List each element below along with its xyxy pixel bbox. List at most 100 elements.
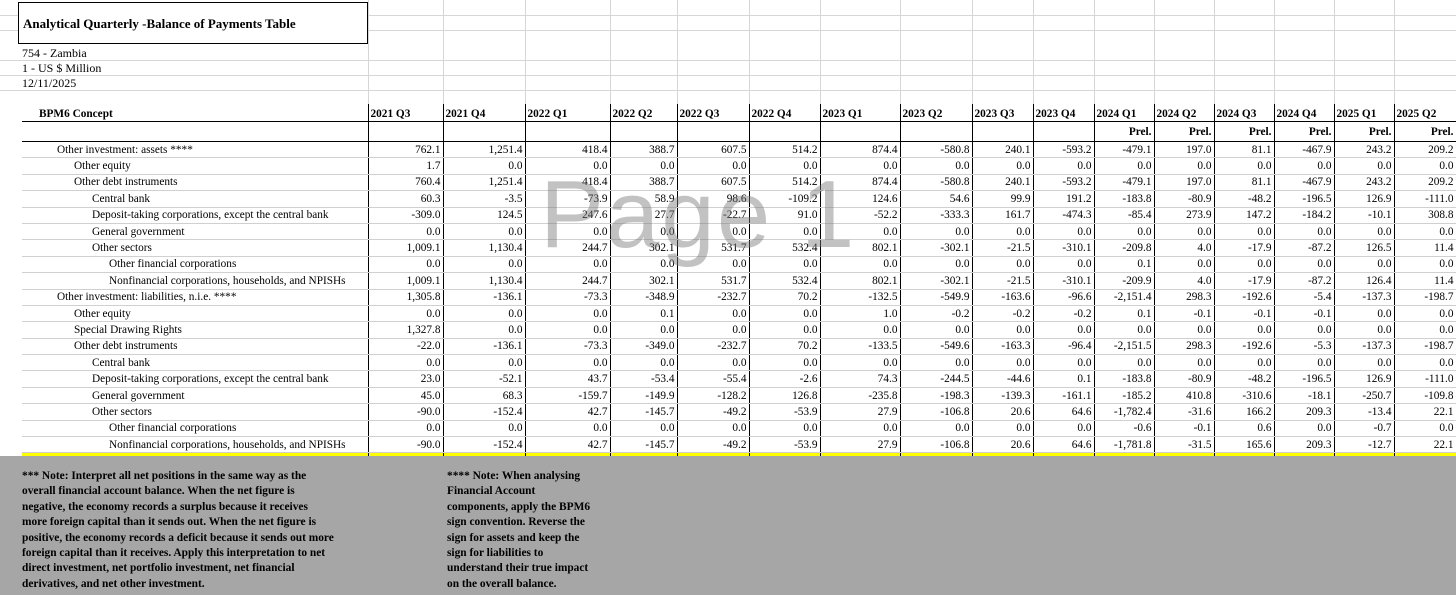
value-cell[interactable]: -12.7 (1334, 436, 1395, 454)
value-cell[interactable]: -184.2 (1274, 207, 1335, 224)
value-cell[interactable]: 0.0 (1334, 321, 1395, 339)
value-cell[interactable]: -21.5 (972, 272, 1034, 290)
value-cell[interactable]: -48.2 (1214, 370, 1275, 388)
value-cell[interactable]: 0.0 (972, 157, 1034, 175)
value-cell[interactable]: -549.6 (900, 338, 973, 356)
value-cell[interactable]: 0.0 (610, 420, 678, 438)
value-cell[interactable]: 74.3 (820, 370, 901, 388)
row-label[interactable]: Other debt instruments (22, 174, 369, 192)
value-cell[interactable]: 0.0 (443, 354, 526, 372)
value-cell[interactable]: -185.2 (1094, 387, 1155, 405)
value-cell[interactable]: -152.4 (443, 436, 526, 454)
value-cell[interactable]: 0.0 (610, 321, 678, 339)
value-cell[interactable]: 0.0 (1214, 256, 1275, 274)
row-label[interactable]: General government (22, 223, 369, 241)
value-cell[interactable]: -137.3 (1334, 289, 1395, 306)
value-cell[interactable]: 0.0 (900, 223, 973, 241)
value-cell[interactable]: 0.0 (368, 354, 444, 372)
value-cell[interactable]: 209.2 (1394, 174, 1456, 192)
value-cell[interactable]: 70.2 (749, 289, 821, 306)
value-cell[interactable]: 243.2 (1334, 141, 1395, 159)
column-header[interactable]: 2021 Q4 (443, 104, 526, 122)
value-cell[interactable]: 98.6 (677, 190, 750, 208)
value-cell[interactable]: 244.7 (525, 239, 611, 257)
value-cell[interactable]: -90.0 (368, 436, 444, 454)
value-cell[interactable]: 0.0 (677, 223, 750, 241)
value-cell[interactable]: -49.2 (677, 403, 750, 421)
value-cell[interactable]: -192.6 (1214, 338, 1275, 356)
value-cell[interactable]: 4.0 (1154, 239, 1215, 257)
value-cell[interactable]: 0.0 (1274, 321, 1335, 339)
value-cell[interactable]: 0.0 (610, 157, 678, 175)
column-header[interactable]: 2025 Q2 (1394, 104, 1456, 122)
value-cell[interactable]: 0.0 (1274, 256, 1335, 274)
value-cell[interactable]: 0.0 (1154, 354, 1215, 372)
value-cell[interactable]: 58.9 (610, 190, 678, 208)
value-cell[interactable]: -31.5 (1154, 436, 1215, 454)
value-cell[interactable]: -0.2 (972, 305, 1034, 323)
value-cell[interactable]: 0.0 (368, 223, 444, 241)
value-cell[interactable]: 191.2 (1033, 190, 1095, 208)
value-cell[interactable]: -348.9 (610, 289, 678, 306)
value-cell[interactable]: 0.0 (972, 256, 1034, 274)
value-cell[interactable]: -136.1 (443, 289, 526, 306)
value-cell[interactable]: -232.7 (677, 338, 750, 356)
row-label[interactable]: Other financial corporations (22, 420, 369, 438)
value-cell[interactable]: 0.0 (368, 420, 444, 438)
value-cell[interactable]: -196.5 (1274, 190, 1335, 208)
row-label[interactable]: Special Drawing Rights (22, 321, 369, 339)
value-cell[interactable]: -17.9 (1214, 272, 1275, 290)
prel-label[interactable] (1033, 121, 1095, 142)
value-cell[interactable]: 240.1 (972, 174, 1034, 192)
value-cell[interactable]: 0.0 (1334, 256, 1395, 274)
prel-label[interactable] (749, 121, 821, 142)
value-cell[interactable]: 0.0 (1154, 256, 1215, 274)
value-cell[interactable]: -73.9 (525, 190, 611, 208)
value-cell[interactable]: -2.6 (749, 370, 821, 388)
value-cell[interactable]: -333.3 (900, 207, 973, 224)
value-cell[interactable]: -136.1 (443, 338, 526, 356)
value-cell[interactable]: -53.9 (749, 436, 821, 454)
row-label[interactable]: Other financial corporations (22, 256, 369, 274)
value-cell[interactable]: 43.7 (525, 370, 611, 388)
value-cell[interactable]: -302.1 (900, 272, 973, 290)
value-cell[interactable]: 0.0 (1033, 354, 1095, 372)
value-cell[interactable]: 0.0 (1394, 321, 1456, 339)
value-cell[interactable]: -161.1 (1033, 387, 1095, 405)
value-cell[interactable]: -593.2 (1033, 174, 1095, 192)
value-cell[interactable]: 0.0 (1394, 223, 1456, 241)
value-cell[interactable]: -0.1 (1214, 305, 1275, 323)
column-header[interactable]: 2023 Q4 (1033, 104, 1095, 122)
column-header[interactable]: 2024 Q4 (1274, 104, 1335, 122)
value-cell[interactable]: 308.8 (1394, 207, 1456, 224)
value-cell[interactable]: 0.0 (1394, 420, 1456, 438)
value-cell[interactable]: -250.7 (1334, 387, 1395, 405)
value-cell[interactable]: -17.9 (1214, 239, 1275, 257)
value-cell[interactable]: 124.5 (443, 207, 526, 224)
value-cell[interactable]: 0.1 (1094, 256, 1155, 274)
value-cell[interactable]: 244.7 (525, 272, 611, 290)
value-cell[interactable]: -309.0 (368, 207, 444, 224)
row-label[interactable]: Deposit-taking corporations, except the … (22, 207, 369, 224)
value-cell[interactable]: 1,130.4 (443, 239, 526, 257)
column-header[interactable]: 2022 Q2 (610, 104, 678, 122)
value-cell[interactable]: 247.6 (525, 207, 611, 224)
value-cell[interactable]: 0.0 (368, 305, 444, 323)
value-cell[interactable]: 514.2 (749, 174, 821, 192)
value-cell[interactable]: 1,251.4 (443, 174, 526, 192)
column-header[interactable]: 2024 Q1 (1094, 104, 1155, 122)
value-cell[interactable]: 0.0 (1334, 157, 1395, 175)
value-cell[interactable]: 802.1 (820, 239, 901, 257)
value-cell[interactable]: -21.5 (972, 239, 1034, 257)
value-cell[interactable]: -474.3 (1033, 207, 1095, 224)
value-cell[interactable]: 0.0 (1214, 321, 1275, 339)
value-cell[interactable]: 0.0 (1394, 256, 1456, 274)
value-cell[interactable]: 0.0 (972, 354, 1034, 372)
value-cell[interactable]: 0.0 (610, 354, 678, 372)
value-cell[interactable]: 0.0 (1274, 354, 1335, 372)
value-cell[interactable]: 126.5 (1334, 239, 1395, 257)
value-cell[interactable]: 11.4 (1394, 239, 1456, 257)
value-cell[interactable]: -80.9 (1154, 190, 1215, 208)
value-cell[interactable]: 20.6 (972, 436, 1034, 454)
value-cell[interactable]: 70.2 (749, 338, 821, 356)
